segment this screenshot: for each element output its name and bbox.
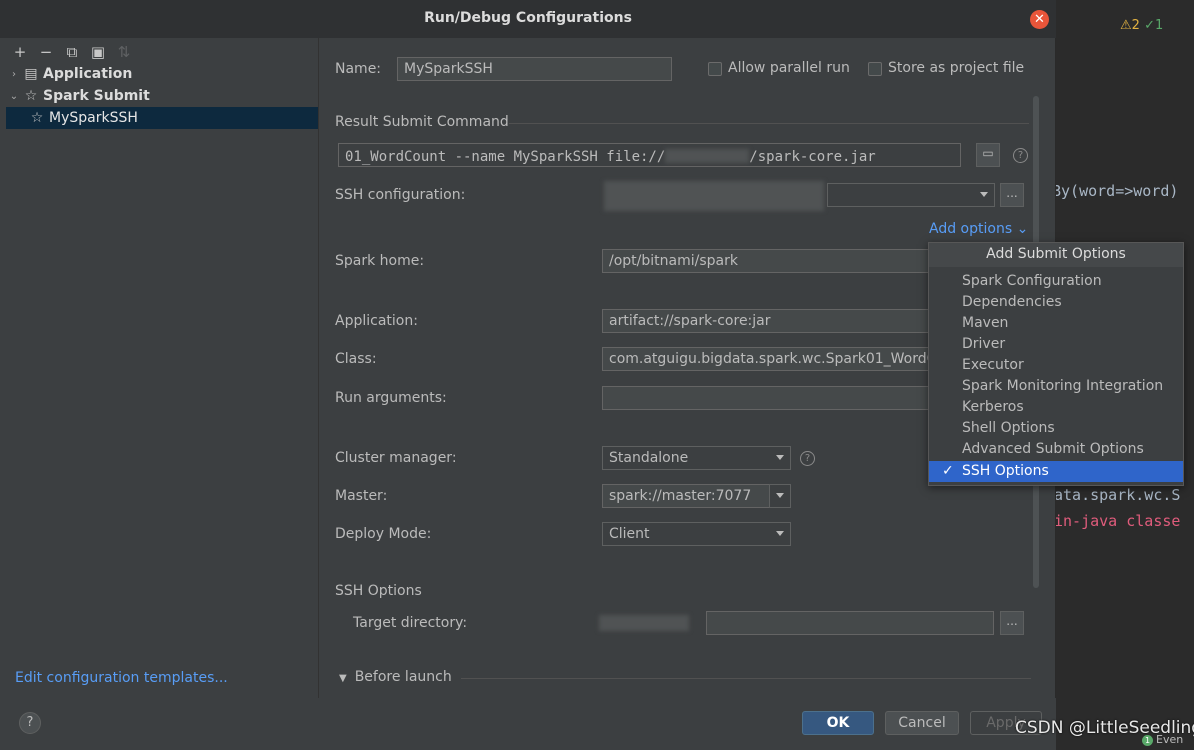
help-icon[interactable]: ? <box>800 451 815 466</box>
menu-item-spark-monitoring[interactable]: Spark Monitoring Integration <box>929 376 1183 397</box>
allow-parallel-label: Allow parallel run <box>728 60 850 76</box>
expand-arrow-icon[interactable]: › <box>6 69 22 80</box>
tree-item-spark-submit[interactable]: ⌄ ☆ Spark Submit <box>6 85 150 107</box>
code-line: in-java classe <box>1054 512 1181 530</box>
deploy-mode-value: Client <box>609 526 650 542</box>
name-field[interactable]: MySparkSSH <box>397 57 672 81</box>
expand-triangle-icon: ▼ <box>339 673 347 684</box>
separator <box>509 123 1029 124</box>
dialog-button-bar: ? OK Cancel Apply <box>0 698 1056 750</box>
result-command-end: /spark-core.jar <box>749 149 876 165</box>
deploy-mode-label: Deploy Mode: <box>335 526 432 542</box>
menu-item-driver[interactable]: Driver <box>929 334 1183 355</box>
ssh-config-browse-button[interactable]: ... <box>1000 183 1024 207</box>
collapse-arrow-icon[interactable]: ⌄ <box>6 91 22 102</box>
deploy-mode-dropdown[interactable]: Client <box>602 522 791 546</box>
separator <box>461 678 1031 679</box>
menu-item-kerberos[interactable]: Kerberos <box>929 397 1183 418</box>
target-directory-label: Target directory: <box>353 615 468 631</box>
target-directory-browse-button[interactable]: ... <box>1000 611 1024 635</box>
tree-toolbar: + − ⧉ ▣ ⇅ <box>10 40 134 64</box>
master-label: Master: <box>335 488 388 504</box>
event-log-label: Even <box>1156 733 1184 746</box>
run-arguments-label: Run arguments: <box>335 390 447 406</box>
menu-item-maven[interactable]: Maven <box>929 313 1183 334</box>
code-line: ata.spark.wc.S <box>1054 486 1181 504</box>
application-label: Application: <box>335 313 418 329</box>
master-field[interactable]: spark://master:7077 <box>602 484 770 508</box>
add-submit-options-popup: Add Submit Options Spark Configuration D… <box>928 242 1184 486</box>
chevron-down-icon: ⌄ <box>1016 221 1029 237</box>
class-field[interactable]: com.atguigu.bigdata.spark.wc.Spark01_Wor… <box>602 347 932 371</box>
checkmark-icon: ✓ <box>942 463 954 479</box>
store-project-checkbox[interactable] <box>868 62 882 76</box>
help-icon[interactable]: ? <box>1013 148 1028 163</box>
edit-templates-link[interactable]: Edit configuration templates... <box>15 670 228 686</box>
before-launch-label: Before launch <box>354 669 452 685</box>
cancel-button[interactable]: Cancel <box>885 711 959 735</box>
menu-item-ssh-options[interactable]: ✓ SSH Options <box>929 461 1183 482</box>
result-command-start: 01_WordCount --name MySparkSSH file:// <box>345 149 666 165</box>
spark-icon: ☆ <box>24 88 38 104</box>
result-command-field[interactable]: 01_WordCount --name MySparkSSH file:// /s… <box>338 143 961 167</box>
spark-home-label: Spark home: <box>335 253 425 269</box>
add-icon[interactable]: + <box>10 42 30 62</box>
sort-icon[interactable]: ⇅ <box>114 42 134 62</box>
redacted-ssh-host <box>604 181 824 211</box>
spark-home-field[interactable]: /opt/bitnami/spark <box>602 249 932 273</box>
ok-button[interactable]: OK <box>802 711 874 735</box>
ssh-config-label: SSH configuration: <box>335 187 466 203</box>
folder-icon[interactable]: ▣ <box>88 42 108 62</box>
cluster-manager-label: Cluster manager: <box>335 450 457 466</box>
run-debug-dialog: Run/Debug Configurations ✕ + − ⧉ ▣ ⇅ › ▤… <box>0 0 1056 750</box>
popup-header: Add Submit Options <box>929 243 1183 267</box>
name-label: Name: <box>335 61 382 77</box>
close-button[interactable]: ✕ <box>1030 10 1049 29</box>
add-options-label: Add options <box>929 221 1013 237</box>
inspection-widget[interactable]: ⚠2 ✓1 <box>1120 18 1163 33</box>
run-arguments-field[interactable] <box>602 386 932 410</box>
class-label: Class: <box>335 351 377 367</box>
configurations-tree-panel: + − ⧉ ▣ ⇅ › ▤ Application ⌄ ☆ Spark Subm… <box>6 38 318 698</box>
tree-item-label: Spark Submit <box>43 88 150 104</box>
ssh-options-heading: SSH Options <box>335 583 422 599</box>
dialog-titlebar[interactable]: Run/Debug Configurations ✕ <box>0 0 1056 38</box>
tree-item-application[interactable]: › ▤ Application <box>6 63 132 85</box>
tree-item-label: Application <box>43 66 133 82</box>
dialog-title: Run/Debug Configurations <box>424 10 632 26</box>
store-project-label: Store as project file <box>888 60 1025 76</box>
target-directory-field[interactable] <box>706 611 994 635</box>
tree-item-mysparkssh[interactable]: ☆ MySparkSSH <box>6 107 318 129</box>
remove-icon[interactable]: − <box>36 42 56 62</box>
cluster-manager-dropdown[interactable]: Standalone <box>602 446 791 470</box>
copy-icon[interactable]: ⧉ <box>62 42 82 62</box>
redacted-target-dir <box>599 615 689 631</box>
code-line: By(word=>word) <box>1052 182 1179 200</box>
menu-item-label: SSH Options <box>962 463 1049 479</box>
warning-count: ⚠2 <box>1120 18 1140 33</box>
cluster-manager-value: Standalone <box>609 450 689 466</box>
application-icon: ▤ <box>24 66 38 82</box>
tree-item-label: MySparkSSH <box>49 110 138 126</box>
event-log-icon: 1 <box>1142 735 1153 746</box>
menu-item-executor[interactable]: Executor <box>929 355 1183 376</box>
master-dropdown-button[interactable] <box>769 484 791 508</box>
redacted-path <box>665 149 750 163</box>
menu-item-shell-options[interactable]: Shell Options <box>929 418 1183 439</box>
result-command-label: Result Submit Command <box>335 114 509 130</box>
application-field[interactable]: artifact://spark-core:jar <box>602 309 932 333</box>
add-options-link[interactable]: Add options ⌄ <box>929 221 1028 237</box>
menu-item-spark-configuration[interactable]: Spark Configuration <box>929 271 1183 292</box>
allow-parallel-checkbox[interactable] <box>708 62 722 76</box>
event-log-widget[interactable]: 1 Even <box>1142 733 1183 746</box>
help-button[interactable]: ? <box>19 712 41 734</box>
check-count: ✓1 <box>1144 18 1164 33</box>
ssh-config-dropdown[interactable] <box>827 183 995 207</box>
browse-folder-icon[interactable]: ▭ <box>976 143 1000 167</box>
before-launch-toggle[interactable]: ▼ Before launch <box>339 669 452 685</box>
menu-item-dependencies[interactable]: Dependencies <box>929 292 1183 313</box>
menu-item-advanced-submit[interactable]: Advanced Submit Options <box>929 439 1183 460</box>
spark-icon: ☆ <box>30 110 44 126</box>
